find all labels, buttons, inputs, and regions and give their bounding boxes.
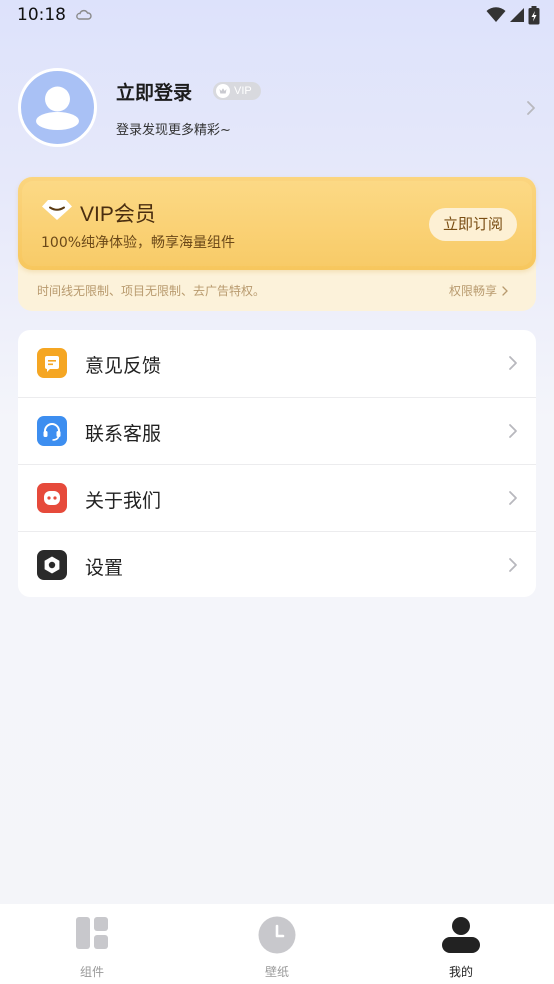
menu-item-label: 意见反馈: [85, 355, 162, 377]
crown-icon: [216, 84, 230, 98]
about-icon: [37, 483, 67, 513]
chevron-right-icon[interactable]: [526, 100, 536, 116]
chevron-right-icon: [509, 356, 517, 370]
vip-section: VIP会员 100%纯净体验，畅享海量组件 立即订阅 时间线无限制、项目无限制、…: [18, 177, 536, 311]
cloud-sync-icon: [76, 9, 92, 20]
widgets-icon: [76, 917, 108, 949]
profile-header[interactable]: 立即登录 VIP 登录发现更多精彩~: [18, 68, 538, 148]
diamond-icon: [42, 200, 72, 220]
feedback-icon: [37, 348, 67, 378]
vip-title: VIP会员: [80, 203, 156, 226]
menu-item-feedback[interactable]: 意见反馈: [18, 330, 536, 397]
tab-label: 壁纸: [264, 965, 289, 979]
status-icons: [486, 5, 540, 25]
chevron-right-icon: [502, 285, 508, 296]
chevron-right-icon: [509, 491, 517, 505]
settings-icon: [37, 550, 67, 580]
vip-badge-label: VIP: [234, 85, 252, 97]
headset-icon: [37, 416, 67, 446]
menu-item-label: 设置: [85, 557, 124, 579]
vip-benefits-link-label: 权限畅享: [449, 284, 498, 298]
tab-label: 我的: [448, 965, 473, 979]
settings-glyph: [44, 556, 60, 574]
feedback-glyph: [45, 356, 59, 372]
avatar[interactable]: [18, 68, 97, 147]
menu-item-label: 联系客服: [85, 423, 162, 445]
status-time: 10:18: [17, 5, 66, 25]
login-title[interactable]: 立即登录: [116, 78, 192, 105]
clock-icon: [258, 916, 296, 954]
bottom-navigation: 组件 壁纸 我的: [0, 904, 554, 984]
menu-item-about-us[interactable]: 关于我们: [18, 464, 536, 531]
about-glyph: [44, 491, 60, 505]
battery-icon: [528, 5, 540, 24]
login-subtitle: 登录发现更多精彩~: [116, 123, 231, 138]
tab-mine[interactable]: 我的: [369, 904, 553, 984]
chevron-right-icon: [509, 424, 517, 438]
tab-wallpaper[interactable]: 壁纸: [185, 904, 369, 984]
default-avatar-icon: [36, 86, 79, 130]
signal-icon: [510, 8, 524, 22]
menu-item-settings[interactable]: 设置: [18, 531, 536, 598]
tab-label: 组件: [79, 965, 104, 979]
profile-icon: [442, 917, 480, 953]
wifi-icon: [486, 7, 506, 22]
menu-item-customer-service[interactable]: 联系客服: [18, 397, 536, 464]
vip-card[interactable]: VIP会员 100%纯净体验，畅享海量组件 立即订阅: [18, 177, 536, 270]
menu-item-label: 关于我们: [85, 490, 162, 512]
chevron-right-icon: [509, 558, 517, 572]
vip-benefits-link[interactable]: 权限畅享: [449, 282, 508, 299]
headset-glyph: [43, 423, 61, 441]
settings-menu: 意见反馈 联系客服 关于我们 设置: [18, 330, 536, 597]
vip-benefits-text: 时间线无限制、项目无限制、去广告特权。: [37, 284, 266, 298]
vip-badge: VIP: [213, 82, 261, 100]
status-bar: 10:18: [0, 0, 554, 32]
tab-widgets[interactable]: 组件: [0, 904, 184, 984]
subscribe-button[interactable]: 立即订阅: [429, 208, 517, 241]
vip-description: 100%纯净体验，畅享海量组件: [41, 235, 236, 251]
